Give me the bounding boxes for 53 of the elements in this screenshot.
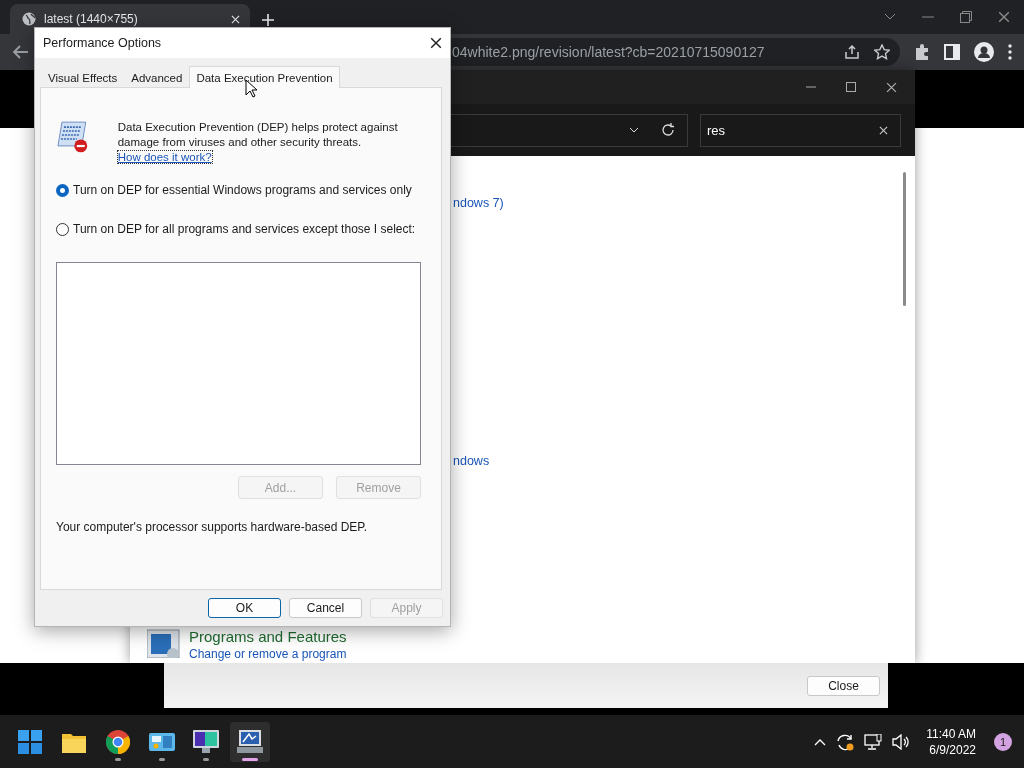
search-result-link[interactable]: ndows 7)	[453, 196, 504, 210]
profile-button[interactable]	[974, 42, 994, 62]
url-text: 04white2.png/revision/latest?cb=20210715090127	[452, 44, 766, 60]
shield-data-icon	[56, 120, 90, 154]
dialog-tab[interactable]: Data Execution Prevention	[189, 66, 340, 88]
close-icon	[998, 11, 1010, 23]
clock[interactable]: 11:40 AM 6/9/2022	[926, 725, 976, 758]
how-does-it-work-link[interactable]: How does it work?	[117, 151, 212, 163]
date-text: 6/9/2022	[929, 741, 976, 758]
taskbar-app-button[interactable]	[230, 721, 270, 762]
volume-icon[interactable]	[892, 733, 911, 750]
chrome-ball-icon	[106, 729, 130, 754]
side-panel-button[interactable]	[944, 44, 960, 60]
close-icon	[886, 81, 897, 93]
close-button[interactable]: Close	[807, 675, 880, 696]
new-tab-button[interactable]	[262, 14, 274, 26]
dialog-button[interactable]: OK	[208, 598, 281, 618]
back-button[interactable]	[12, 45, 28, 59]
windows-logo-icon	[18, 729, 42, 754]
restore-button[interactable]	[960, 11, 972, 23]
dialog-tab[interactable]: Advanced	[124, 68, 190, 87]
dep-status-text: Your computer's processor supports hardware-based DEP.	[56, 520, 369, 534]
notification-badge[interactable]: 1	[994, 732, 1012, 751]
time-text: 11:40 AM	[926, 725, 976, 742]
monitor-icon	[193, 729, 219, 754]
control-panel-icon	[149, 730, 175, 753]
sync-icon[interactable]	[836, 732, 855, 751]
dep-description: Data Execution Prevention (DEP) helps protect against damage from viruses and other security threats. How does it work?	[117, 120, 399, 165]
close-icon	[231, 14, 240, 24]
scrollbar-thumb[interactable]	[903, 172, 906, 306]
chevron-down-icon	[629, 127, 639, 133]
close-icon	[430, 37, 442, 49]
result-title[interactable]: Programs and Features	[189, 628, 347, 645]
programs-icon	[147, 628, 181, 658]
close-button[interactable]	[886, 81, 897, 93]
dialog-tab[interactable]: Visual Effects	[41, 68, 125, 87]
show-hidden-icons-button[interactable]	[814, 737, 827, 746]
extensions-button[interactable]	[914, 44, 930, 60]
globe-icon	[22, 12, 36, 26]
refresh-icon	[661, 123, 675, 137]
close-button[interactable]	[430, 37, 442, 49]
clear-icon	[879, 125, 888, 135]
computer-icon	[237, 729, 263, 754]
menu-button[interactable]	[1008, 44, 1012, 60]
network-icon[interactable]	[864, 733, 883, 750]
maximize-button[interactable]	[846, 82, 856, 92]
bookmark-star-button[interactable]	[874, 44, 890, 60]
result-subtitle[interactable]: Change or remove a program	[189, 647, 347, 661]
tab-title: latest (1440×755)	[44, 12, 139, 26]
dialog-button[interactable]: Cancel	[289, 598, 362, 618]
search-field[interactable]: res	[700, 113, 901, 147]
share-button[interactable]	[844, 44, 860, 60]
search-result-link[interactable]: ndows	[453, 454, 490, 468]
